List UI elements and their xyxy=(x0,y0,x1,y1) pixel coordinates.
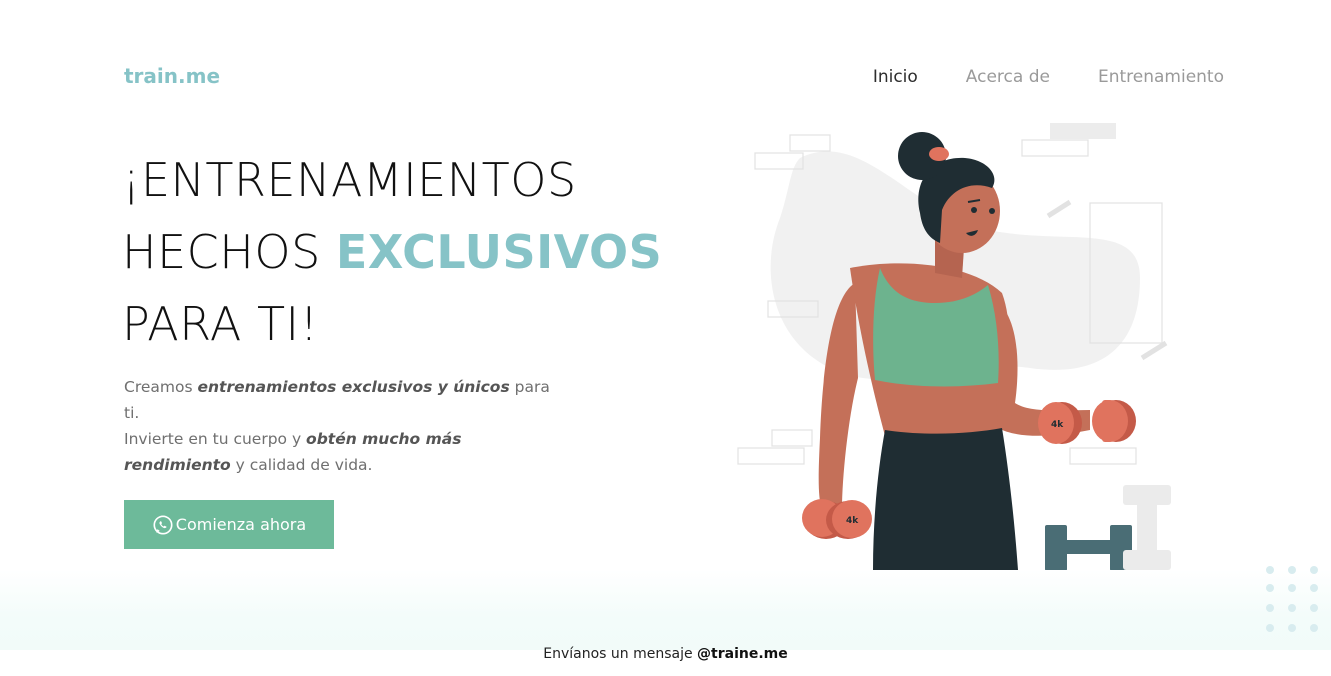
start-now-label: Comienza ahora xyxy=(175,515,307,534)
floor-dumbbell xyxy=(1045,525,1132,571)
leggings xyxy=(873,428,1018,570)
desc-part-4: y calidad de vida. xyxy=(230,456,373,474)
hero-title-line-3: PARA TI! xyxy=(122,297,319,351)
start-now-button[interactable]: Comienza ahora xyxy=(124,500,334,549)
footer-message-text: Envíanos un mensaje xyxy=(543,646,698,662)
nav-acerca-de[interactable]: Acerca de xyxy=(966,67,1050,87)
left-dumbbell: 4k xyxy=(802,499,872,539)
desc-part-3: Invierte en tu cuerpo y xyxy=(124,430,307,448)
footer-handle-link[interactable]: @traine.me xyxy=(697,646,788,662)
logo[interactable]: train.me xyxy=(124,64,220,88)
nav-entrenamiento[interactable]: Entrenamiento xyxy=(1098,67,1224,87)
decorative-dots xyxy=(1266,566,1318,632)
nav-inicio[interactable]: Inicio xyxy=(873,67,918,87)
landing-page: train.me Inicio Acerca de Entrenamiento … xyxy=(0,0,1331,676)
footer-message: Envíanos un mensaje @traine.me xyxy=(0,646,1331,662)
hero-title-accent: EXCLUSIVOS xyxy=(335,225,663,279)
hero-title-line-2a: HECHOS xyxy=(122,225,336,279)
right-dumbbell-label: 4k xyxy=(1051,420,1064,430)
hero-title-line-1: ¡ENTRENAMIENTOS xyxy=(122,153,577,207)
whatsapp-icon xyxy=(153,514,173,535)
bottom-band xyxy=(0,570,1331,650)
hero-description: Creamos entrenamientos exclusivos y únic… xyxy=(124,374,554,478)
desc-bold-1: entrenamientos exclusivos y únicos xyxy=(197,378,510,396)
desc-part-1: Creamos xyxy=(124,378,198,396)
main-nav: Inicio Acerca de Entrenamiento xyxy=(873,67,1224,87)
hero-title: ¡ENTRENAMIENTOS HECHOS EXCLUSIVOS PARA T… xyxy=(122,144,662,360)
left-dumbbell-label: 4k xyxy=(846,516,859,526)
woman-exercising-illustration: 4k 4k xyxy=(737,123,1171,572)
